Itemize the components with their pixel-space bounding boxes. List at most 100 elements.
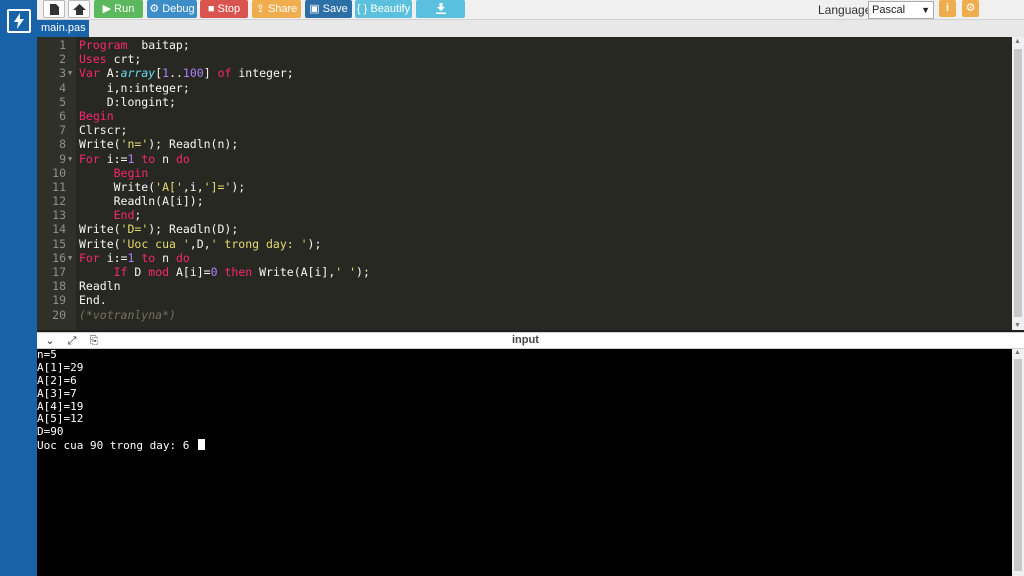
code-token: Clrscr; xyxy=(79,123,128,138)
code-text: Clrscr; xyxy=(79,123,127,137)
scroll-up-arrow-icon[interactable]: ▲ xyxy=(1014,349,1021,356)
code-token: ' trong day: ' xyxy=(210,236,308,251)
code-text: End; xyxy=(79,208,142,222)
code-editor[interactable]: 1 Program baitap; 2 Uses crt; 3 ▼ Var A:array[… xyxy=(37,37,1024,330)
code-token: 'A[' xyxy=(155,179,183,194)
expand-console-button[interactable]: ⤢ xyxy=(65,334,79,348)
editor-scroll-thumb[interactable] xyxy=(1014,49,1022,317)
open-project-button[interactable] xyxy=(68,0,90,18)
console-input-label: input xyxy=(512,334,539,346)
code-token: n xyxy=(155,250,176,265)
code-token: For xyxy=(79,151,100,166)
tab-main-pas[interactable]: main.pas xyxy=(37,20,89,37)
code-token: If xyxy=(113,265,128,279)
beautify-button[interactable]: { } Beautify xyxy=(355,0,412,18)
line-number: 15 xyxy=(52,236,66,251)
code-line[interactable]: 10 Begin xyxy=(37,166,1012,180)
settings-button[interactable]: ⚙ xyxy=(962,0,979,17)
code-token: i,n:integer; xyxy=(79,80,190,95)
code-line[interactable]: 6 Begin xyxy=(37,109,1012,123)
fold-arrow-icon[interactable]: ▼ xyxy=(68,251,76,265)
debug-button[interactable]: ⚙ Debug xyxy=(147,0,197,18)
code-token: to xyxy=(141,250,156,265)
console-scrollbar[interactable]: ▲ xyxy=(1012,349,1024,576)
code-line[interactable]: 3 ▼ Var A:array[1..100] of integer; xyxy=(37,66,1012,80)
code-line[interactable]: 13 End; xyxy=(37,208,1012,222)
console-line: D=90 xyxy=(37,425,1012,439)
new-file-icon xyxy=(49,4,59,15)
code-line[interactable]: 20 (*votranlyna*) xyxy=(37,308,1012,322)
code-token: 'n=' xyxy=(120,137,149,152)
console-output[interactable]: n=5 A[1]=29 A[2]=6 A[3]=7 A[4]=19 A[5]=12 D=90… xyxy=(37,348,1012,576)
debug-label: Debug xyxy=(162,3,195,15)
line-number: 10 xyxy=(52,165,66,180)
share-icon: ⇪ xyxy=(255,3,265,15)
gear-icon: ⚙ xyxy=(965,2,976,14)
console-line-text: n=5 xyxy=(37,348,57,361)
console-line-text: A[4]=19 xyxy=(37,399,84,413)
code-line[interactable]: 4 i,n:integer; xyxy=(37,81,1012,95)
console-line: n=5 xyxy=(37,348,1012,362)
code-line[interactable]: 19 End. xyxy=(37,293,1012,307)
open-project-icon xyxy=(72,4,86,15)
code-token: 100 xyxy=(182,66,204,81)
fold-arrow-icon[interactable]: ▼ xyxy=(68,66,76,80)
copy-output-button[interactable]: ⎘ xyxy=(87,334,101,348)
save-button[interactable]: ▣ Save xyxy=(305,0,352,18)
code-line[interactable]: 16 ▼ For i:=1 to n do xyxy=(37,251,1012,265)
code-token: ] xyxy=(203,66,218,81)
fold-arrow-icon[interactable]: ▼ xyxy=(68,152,76,166)
share-button[interactable]: ⇪ Share xyxy=(252,0,301,18)
language-select[interactable]: Pascal ▼ xyxy=(868,1,934,19)
code-line[interactable]: 11 Write('A[',i,']='); xyxy=(37,180,1012,194)
code-line[interactable]: 7 Clrscr; xyxy=(37,123,1012,137)
console-scroll-thumb[interactable] xyxy=(1014,359,1022,571)
scroll-down-arrow-icon[interactable]: ▼ xyxy=(1014,322,1021,329)
code-text: End. xyxy=(79,293,107,307)
download-button[interactable] xyxy=(416,0,465,18)
floppy-disk-icon: ▣ xyxy=(309,3,320,15)
code-line[interactable]: 12 Readln(A[i]); xyxy=(37,194,1012,208)
online-gdb-window: ▶ Run ⚙ Debug ■ Stop ⇪ Share ▣ Save { } Beaut… xyxy=(0,0,1024,576)
app-logo[interactable] xyxy=(7,9,31,33)
expand-arrows-icon: ⤢ xyxy=(67,335,77,347)
code-line[interactable]: 15 Write('Uoc cua ',D,' trong day: '); xyxy=(37,237,1012,251)
code-token: Readln(A[i]); xyxy=(79,194,204,209)
language-label: Language xyxy=(818,3,872,17)
code-text: Write('Uoc cua ',D,' trong day: '); xyxy=(79,237,321,251)
new-file-button[interactable] xyxy=(43,0,65,18)
code-token: crt; xyxy=(106,52,142,67)
stop-button[interactable]: ■ Stop xyxy=(200,0,248,18)
stop-label: Stop xyxy=(217,3,241,15)
editor-scrollbar[interactable]: ▲ ▼ xyxy=(1012,37,1024,330)
code-token: Uses xyxy=(79,52,107,67)
code-token: A: xyxy=(99,66,121,81)
code-text: Program baitap; xyxy=(79,38,190,52)
code-line[interactable]: 2 Uses crt; xyxy=(37,52,1012,66)
code-line[interactable]: 17 If D mod A[i]=0 then Write(A[i],' '); xyxy=(37,265,1012,279)
code-line[interactable]: 14 Write('D='); Readln(D); xyxy=(37,222,1012,236)
code-token: do xyxy=(176,250,190,265)
code-line[interactable]: 8 Write('n='); Readln(n); xyxy=(37,137,1012,151)
info-button[interactable]: i xyxy=(939,0,956,17)
code-token: array xyxy=(120,66,156,81)
code-token: i:= xyxy=(99,151,128,166)
line-number: 20 xyxy=(52,307,66,322)
code-token: Write( xyxy=(79,179,156,194)
scroll-up-arrow-icon[interactable]: ▲ xyxy=(1014,38,1021,45)
play-icon: ▶ xyxy=(102,3,112,15)
code-line[interactable]: 1 Program baitap; xyxy=(37,38,1012,52)
code-line[interactable]: 9 ▼ For i:=1 to n do xyxy=(37,152,1012,166)
code-token: ); xyxy=(231,179,246,194)
line-number: 19 xyxy=(52,293,66,308)
code-token: Readln xyxy=(79,279,121,294)
code-token: ); Readln(n); xyxy=(148,137,239,152)
collapse-console-button[interactable]: ⌄ xyxy=(43,334,57,348)
run-button[interactable]: ▶ Run xyxy=(94,0,143,18)
code-line[interactable]: 18 Readln xyxy=(37,279,1012,293)
code-token: .. xyxy=(169,66,183,81)
console-line: A[3]=7 xyxy=(37,387,1012,401)
code-line[interactable]: 5 D:longint; xyxy=(37,95,1012,109)
